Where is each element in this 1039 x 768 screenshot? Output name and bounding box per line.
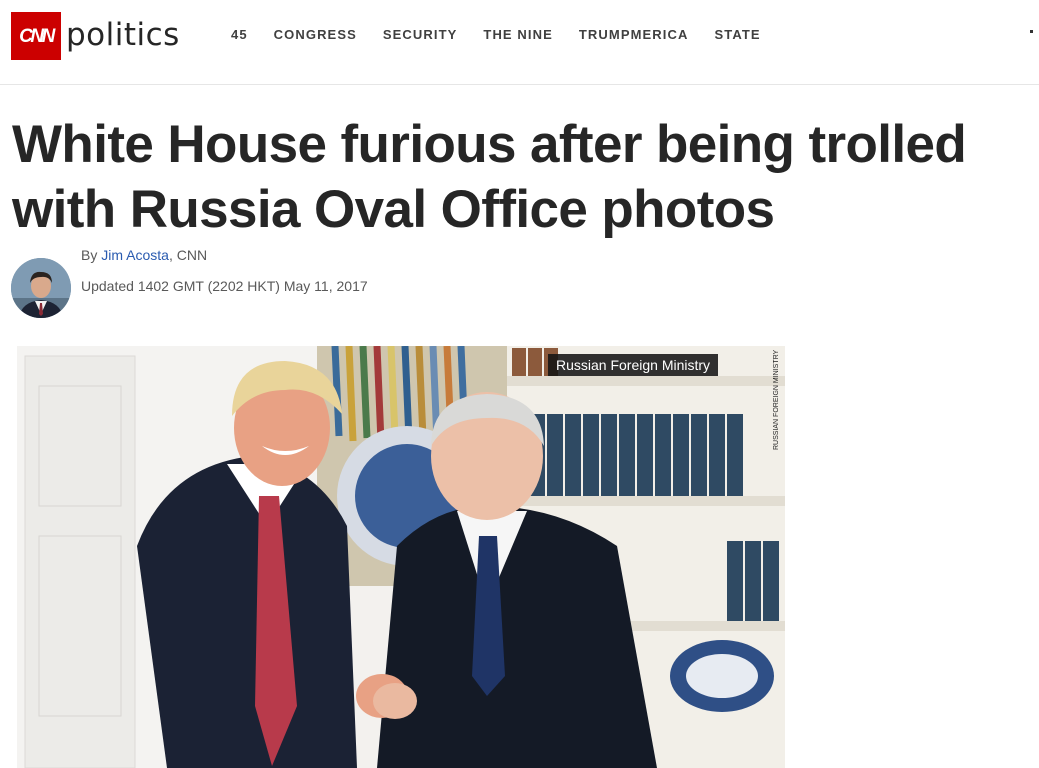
site-header: CNN politics 45 CONGRESS SECURITY THE NI… [0, 0, 1039, 85]
cnn-logo-text: CNN [19, 25, 55, 47]
nav-item-trumpmerica[interactable]: TRUMPMERICA [566, 27, 702, 43]
nav-item-congress[interactable]: CONGRESS [261, 27, 370, 43]
oval-office-photo-image [17, 346, 785, 768]
nav-item-the-nine[interactable]: THE NINE [470, 27, 565, 43]
article-lead-photo[interactable] [17, 346, 785, 768]
article-timestamp: Updated 1402 GMT (2202 HKT) May 11, 2017 [81, 278, 368, 294]
main-nav: 45 CONGRESS SECURITY THE NINE TRUMPMERIC… [218, 27, 774, 43]
author-link[interactable]: Jim Acosta [101, 247, 169, 263]
author-portrait-icon [11, 258, 71, 318]
nav-item-security[interactable]: SECURITY [370, 27, 471, 43]
nav-more-icon[interactable] [1030, 30, 1033, 33]
byline: By Jim Acosta, CNN [81, 246, 207, 264]
article-headline: White House furious after being trolled … [12, 115, 967, 239]
byline-source: , CNN [168, 247, 208, 263]
photo-credit: RUSSIAN FOREIGN MINISTRY [773, 350, 780, 450]
cnn-logo[interactable]: CNN [11, 12, 61, 60]
byline-prefix: By [81, 247, 102, 263]
section-name-politics[interactable]: politics [66, 12, 180, 60]
nav-item-45[interactable]: 45 [218, 27, 261, 43]
nav-item-state[interactable]: STATE [701, 27, 773, 43]
author-avatar[interactable] [11, 258, 71, 318]
photo-caption: Russian Foreign Ministry [548, 354, 719, 376]
